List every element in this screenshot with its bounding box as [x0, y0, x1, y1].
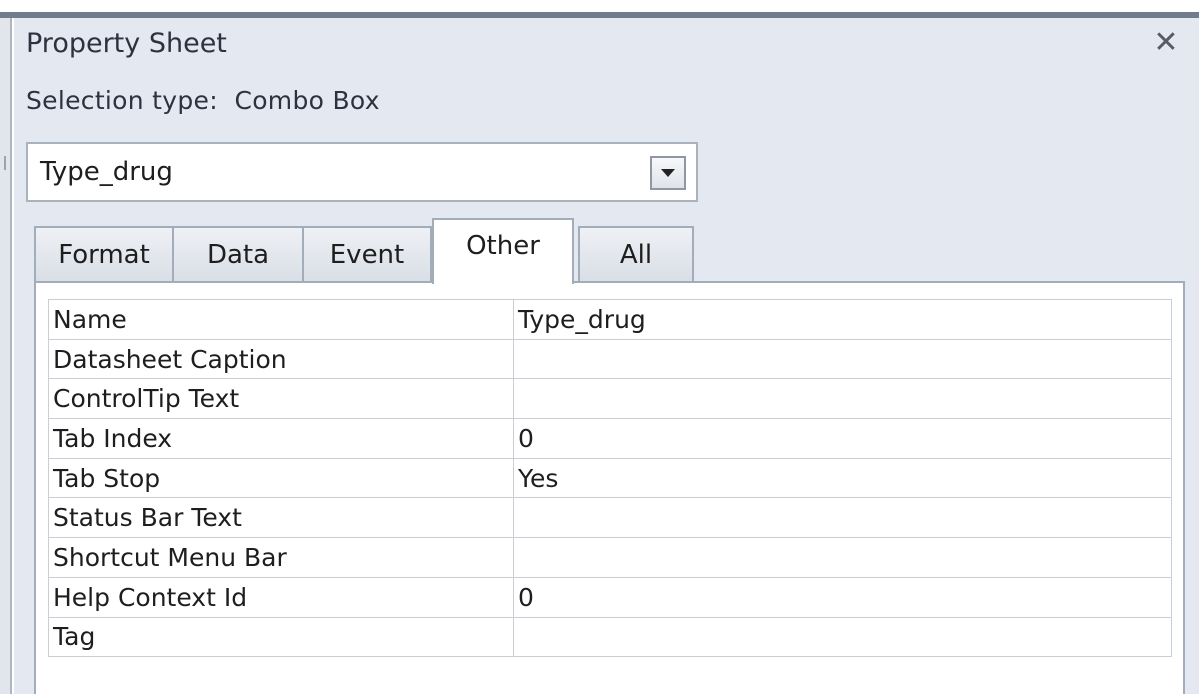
- selection-type-value: Combo Box: [234, 86, 380, 115]
- table-row[interactable]: ControlTip Text: [48, 378, 1172, 420]
- property-value[interactable]: Yes: [513, 457, 1172, 499]
- tab-label: All: [619, 240, 653, 270]
- table-row[interactable]: Tab Index 0: [48, 418, 1172, 459]
- table-row[interactable]: Name Type_drug: [48, 299, 1172, 340]
- property-name: Tab Stop: [48, 457, 514, 499]
- property-name: Status Bar Text: [48, 497, 514, 539]
- property-name: Help Context Id: [48, 576, 514, 618]
- table-row[interactable]: Status Bar Text: [48, 497, 1172, 539]
- property-value[interactable]: [513, 378, 1172, 420]
- object-selector-combo[interactable]: Type_drug: [26, 142, 698, 202]
- selection-type: Selection type: Combo Box: [26, 86, 380, 115]
- property-name: Shortcut Menu Bar: [48, 537, 514, 578]
- property-value[interactable]: 0: [513, 576, 1172, 618]
- property-name: Datasheet Caption: [48, 338, 514, 380]
- tab-label: Format: [58, 240, 150, 270]
- object-selector-value: Type_drug: [40, 157, 173, 187]
- property-value[interactable]: [513, 537, 1172, 578]
- property-value[interactable]: 0: [513, 418, 1172, 459]
- properties-table: Name Type_drug Datasheet Caption ControlT…: [48, 299, 1172, 658]
- tab-label: Data: [206, 240, 270, 270]
- property-name: Tab Index: [48, 418, 514, 459]
- property-name: ControlTip Text: [48, 378, 514, 420]
- property-name: Tag: [48, 616, 514, 658]
- table-row[interactable]: Tab Stop Yes: [48, 457, 1172, 499]
- left-splitter[interactable]: [0, 18, 12, 694]
- tab-format[interactable]: Format: [34, 226, 174, 282]
- tab-all[interactable]: All: [578, 226, 694, 282]
- table-row[interactable]: Help Context Id 0: [48, 576, 1172, 618]
- top-edge: [0, 0, 1199, 12]
- property-name: Name: [48, 299, 514, 340]
- chevron-down-icon: [661, 169, 675, 177]
- tab-label: Event: [329, 240, 405, 270]
- property-value[interactable]: [513, 616, 1172, 658]
- tab-data[interactable]: Data: [172, 226, 304, 282]
- close-icon[interactable]: ✕: [1148, 24, 1184, 60]
- table-row[interactable]: Datasheet Caption: [48, 338, 1172, 380]
- dropdown-button[interactable]: [650, 156, 686, 190]
- tab-other[interactable]: Other: [432, 218, 574, 284]
- panel-title: Property Sheet: [26, 28, 227, 59]
- properties-panel: Name Type_drug Datasheet Caption ControlT…: [34, 281, 1185, 694]
- selection-type-label: Selection type:: [26, 86, 218, 115]
- splitter-mark: [4, 156, 6, 170]
- table-row[interactable]: Shortcut Menu Bar: [48, 537, 1172, 578]
- table-row[interactable]: Tag: [48, 616, 1172, 658]
- tab-label: Other: [466, 231, 540, 261]
- property-value[interactable]: [513, 497, 1172, 539]
- property-value[interactable]: [513, 338, 1172, 380]
- tab-event[interactable]: Event: [302, 226, 432, 282]
- property-value[interactable]: Type_drug: [513, 299, 1172, 340]
